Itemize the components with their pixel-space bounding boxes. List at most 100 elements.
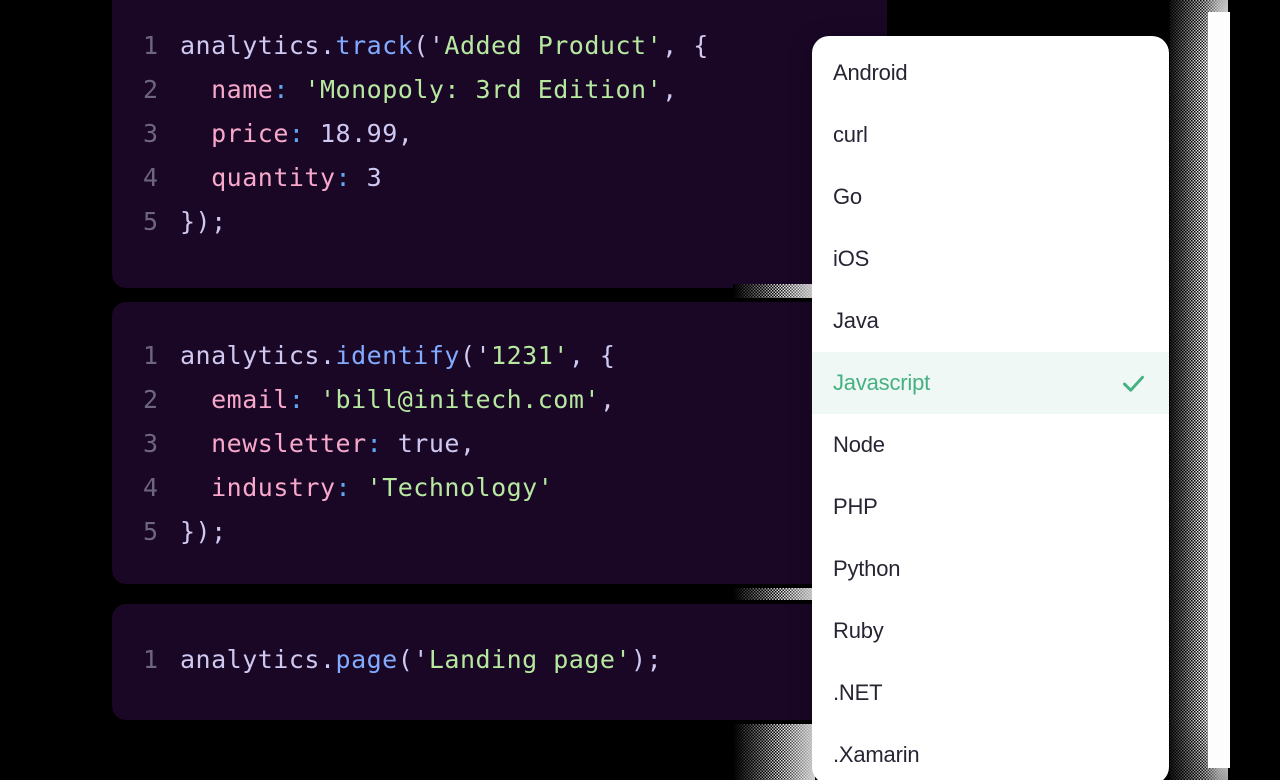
code-token: ('	[397, 645, 429, 674]
code-token: analytics.	[180, 341, 336, 370]
code-line-text: quantity: 3	[180, 156, 382, 200]
code-token: page	[335, 645, 398, 674]
line-number: 5	[142, 207, 158, 236]
code-line-text: newsletter: true,	[180, 422, 476, 466]
line-number: 1	[142, 31, 158, 60]
line-number: 3	[142, 429, 158, 458]
code-token: 3	[366, 163, 383, 192]
code-token: ,	[662, 75, 678, 104]
language-option-javascript[interactable]: Javascript	[812, 352, 1169, 414]
line-number: 2	[142, 385, 158, 414]
language-dropdown-panel[interactable]: Android curl Go iOS Java Javascript Node PHP Pyt…	[812, 36, 1169, 780]
code-line: 5});	[112, 510, 887, 554]
code-token: '	[615, 645, 632, 674]
dither-shadow-band	[733, 588, 815, 600]
language-option-go[interactable]: Go	[812, 166, 1169, 228]
code-token: :	[366, 429, 383, 458]
dither-shadow-band	[733, 724, 815, 780]
page-right-margin	[1230, 0, 1280, 780]
code-token: ,	[599, 385, 616, 414]
code-line-text: email: 'bill@initech.com',	[180, 378, 616, 422]
code-token: Added Product	[444, 31, 647, 60]
dither-shadow-right	[1170, 0, 1228, 780]
code-token: price	[211, 119, 289, 148]
language-option-label: curl	[833, 122, 868, 147]
language-option-net[interactable]: .NET	[812, 662, 1169, 724]
language-option-curl[interactable]: curl	[812, 104, 1169, 166]
code-token: );	[631, 645, 663, 674]
code-token: true	[397, 429, 460, 458]
code-line-text: price: 18.99,	[180, 112, 413, 156]
line-number: 3	[142, 119, 158, 148]
language-option-ruby[interactable]: Ruby	[812, 600, 1169, 662]
code-token: });	[180, 207, 227, 236]
language-option-label: iOS	[833, 246, 870, 271]
code-token: 'Monopoly: 3rd Edition'	[304, 75, 663, 104]
code-line-text: analytics.identify('1231', {	[180, 334, 615, 378]
language-option-label: Ruby	[833, 618, 884, 643]
language-option-list: Android curl Go iOS Java Javascript Node PHP Pyt…	[812, 36, 1169, 780]
language-option-label: Node	[833, 432, 885, 457]
code-token: '	[553, 341, 569, 370]
code-token: email	[211, 385, 289, 414]
language-option-xamarin[interactable]: .Xamarin	[812, 724, 1169, 780]
check-icon	[1123, 375, 1144, 392]
code-token: ,	[397, 119, 414, 148]
line-number: 1	[142, 645, 158, 674]
code-block-track: 1 analytics.track('Added Product', { 2 nam…	[112, 0, 887, 288]
code-token: });	[180, 517, 227, 546]
code-line: 5});	[112, 200, 887, 244]
language-option-label: .NET	[833, 680, 883, 705]
code-token: analytics.	[180, 645, 336, 674]
code-token: 18.99	[320, 119, 398, 148]
code-token: 1231	[491, 341, 554, 370]
code-block-identify: 1 analytics.identify('1231', {2 email: 'b…	[112, 302, 887, 584]
code-line: 4 quantity: 3	[112, 156, 887, 200]
code-token: quantity	[211, 163, 336, 192]
line-number: 4	[142, 163, 158, 192]
code-token: '	[646, 31, 663, 60]
code-token: ('	[459, 341, 492, 370]
language-option-android[interactable]: Android	[812, 42, 1169, 104]
dither-shadow-right-fade	[1170, 0, 1228, 780]
language-option-python[interactable]: Python	[812, 538, 1169, 600]
line-number: 2	[142, 75, 158, 104]
panel-edge-highlight	[1208, 12, 1230, 768]
code-token: analytics.	[180, 31, 336, 60]
code-token: :	[335, 163, 352, 192]
code-token: track	[335, 31, 414, 60]
language-option-java[interactable]: Java	[812, 290, 1169, 352]
language-option-ios[interactable]: iOS	[812, 228, 1169, 290]
code-line-text: name: 'Monopoly: 3rd Edition',	[180, 68, 678, 112]
code-token: :	[288, 119, 305, 148]
code-block-page: 1 analytics.page('Landing page');	[112, 604, 887, 720]
language-option-label: Python	[833, 556, 901, 581]
code-token: 'bill@initech.com'	[320, 385, 600, 414]
code-token: newsletter	[211, 429, 367, 458]
line-number: 4	[142, 473, 158, 502]
language-option-node[interactable]: Node	[812, 414, 1169, 476]
language-option-label: Go	[833, 184, 862, 209]
code-line: 1 analytics.page('Landing page');	[112, 638, 887, 682]
code-token: industry	[211, 473, 336, 502]
code-line-text: });	[180, 200, 227, 244]
code-line-text: analytics.track('Added Product', {	[180, 24, 709, 68]
screenshot-stage: 1 analytics.track('Added Product', {2 nam…	[0, 0, 1280, 780]
code-line: 2 email: 'bill@initech.com',	[112, 378, 887, 422]
code-token: name	[211, 75, 274, 104]
language-option-label: Android	[833, 60, 908, 85]
language-option-label: Javascript	[833, 370, 931, 395]
code-token: , {	[568, 341, 616, 370]
language-option-php[interactable]: PHP	[812, 476, 1169, 538]
code-token: :	[288, 385, 305, 414]
